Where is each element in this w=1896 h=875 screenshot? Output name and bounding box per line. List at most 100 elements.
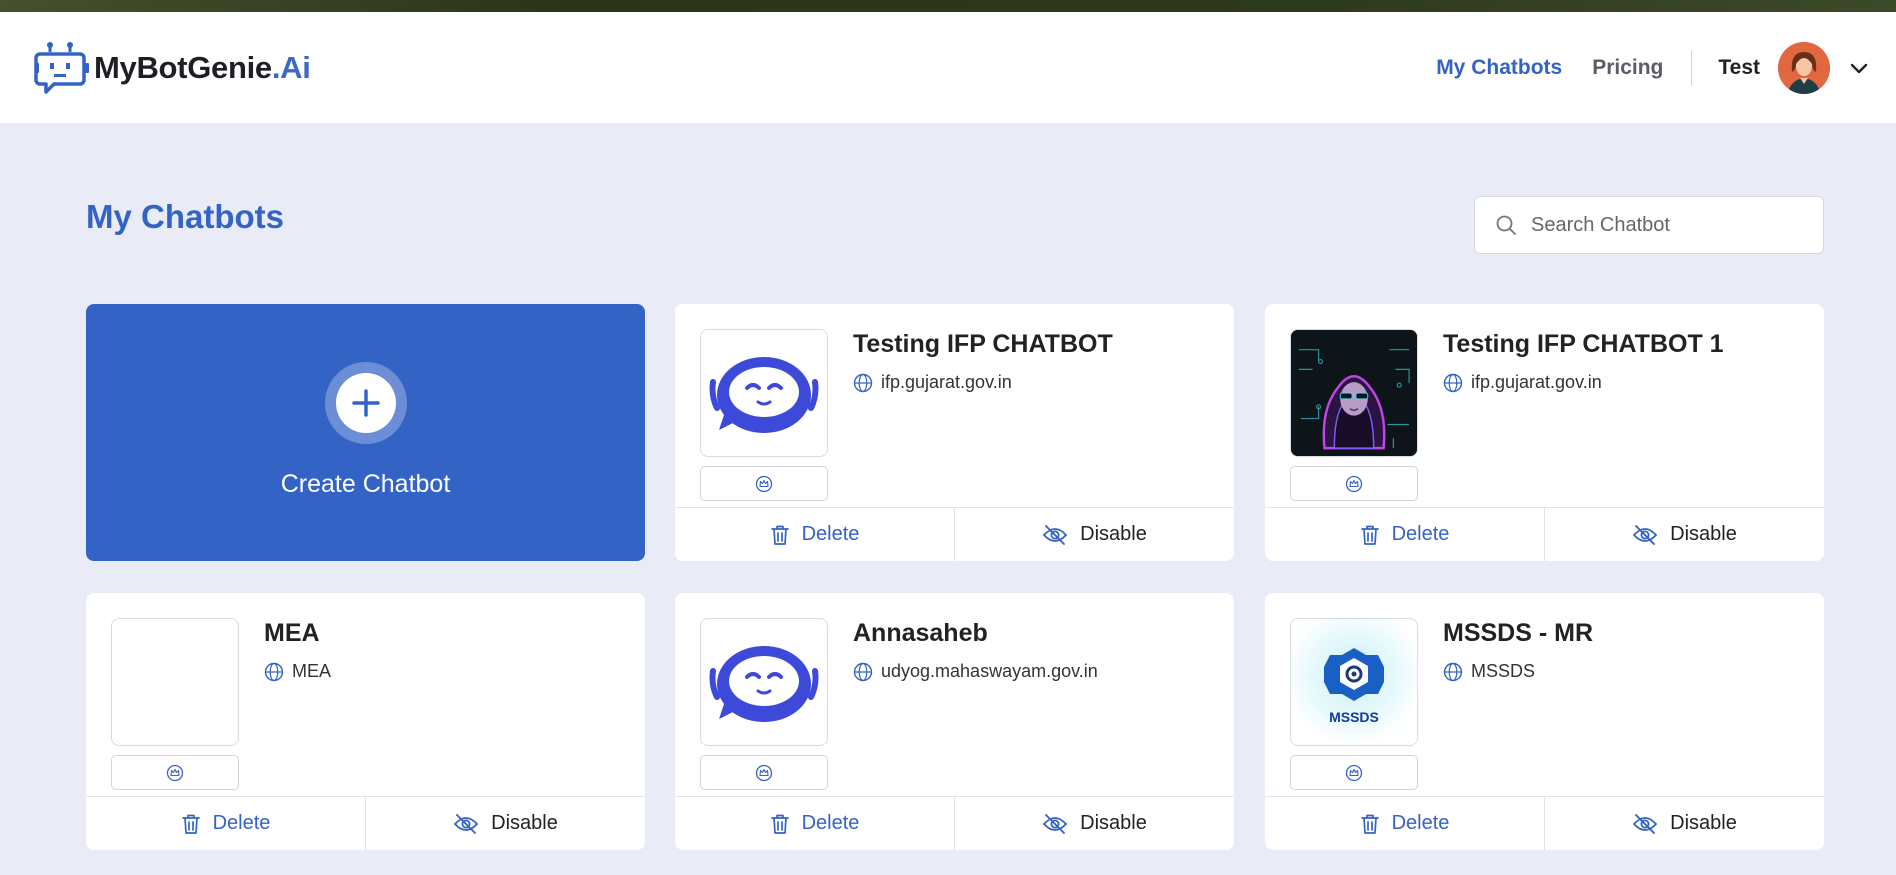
trash-icon [181,814,200,834]
card-actions: Delete Disable [1265,796,1824,850]
search-input[interactable] [1531,213,1811,237]
nav-menu: My Chatbots Pricing Test [1436,42,1870,94]
eye-off-icon [1632,813,1658,834]
chatbot-thumbnail [1290,329,1418,457]
eye-off-icon [1042,524,1068,545]
chatbot-card: Annasaheb udyog.mahaswayam.gov.in Delete… [675,593,1234,850]
plus-icon [351,389,380,417]
delete-button[interactable]: Delete [1265,797,1544,850]
card-actions: Delete Disable [675,507,1234,561]
nav-pricing-link[interactable]: Pricing [1592,56,1663,80]
chatbot-thumbnail [700,329,828,457]
chatbot-domain-text: udyog.mahaswayam.gov.in [881,661,1098,681]
create-chatbot-card[interactable]: Create Chatbot [86,304,645,561]
premium-button[interactable] [1290,755,1418,790]
create-plus-button[interactable] [324,362,407,444]
mssds-logo-icon: MSSDS [1324,648,1384,725]
crown-icon [166,764,184,781]
delete-label: Delete [801,812,860,834]
neon-hooded-figure-icon [1291,330,1417,456]
chatbot-name[interactable]: Testing IFP CHATBOT 1 [1443,330,1724,359]
robot-avatar-icon [709,357,819,433]
chatbot-card: Testing IFP CHATBOT ifp.gujarat.gov.in D… [675,304,1234,561]
chatbot-domain-text: ifp.gujarat.gov.in [1471,372,1602,392]
premium-button[interactable] [700,755,828,790]
delete-button[interactable]: Delete [1265,508,1544,561]
disable-button[interactable]: Disable [1544,797,1824,850]
disable-button[interactable]: Disable [954,508,1234,561]
card-actions: Delete Disable [675,796,1234,850]
chatbot-thumbnail [700,618,828,746]
disable-button[interactable]: Disable [1544,508,1824,561]
globe-icon [1443,373,1463,392]
nav-divider [1691,51,1693,85]
chatbot-domain: udyog.mahaswayam.gov.in [853,661,1098,682]
premium-button[interactable] [700,466,828,501]
delete-label: Delete [1391,812,1450,834]
search-icon [1496,215,1516,235]
chatbot-card: MEA MEA Delete Disable [86,593,645,850]
search-box[interactable] [1474,196,1824,254]
disable-label: Disable [1670,812,1737,834]
delete-button[interactable]: Delete [86,797,365,850]
create-chatbot-label: Create Chatbot [280,470,451,498]
disable-button[interactable]: Disable [365,797,645,850]
delete-button[interactable]: Delete [675,508,954,561]
browser-top-strip [0,0,1896,12]
disable-label: Disable [1670,523,1737,545]
delete-label: Delete [1391,523,1450,545]
top-navbar: MyBotGenie.Ai My Chatbots Pricing Test [0,12,1896,123]
premium-button[interactable] [111,755,239,790]
brand-name: MyBotGenie.Ai [94,50,311,85]
trash-icon [770,525,789,545]
chatbot-thumbnail: MSSDS [1290,618,1418,746]
crown-icon [1345,475,1363,492]
chatbot-domain: MEA [264,661,331,682]
trash-icon [770,814,789,834]
premium-button[interactable] [1290,466,1418,501]
chatbot-name[interactable]: Testing IFP CHATBOT [853,330,1113,359]
disable-button[interactable]: Disable [954,797,1234,850]
user-name[interactable]: Test [1718,56,1760,80]
brand-logo[interactable]: MyBotGenie.Ai [34,40,311,96]
disable-label: Disable [1080,812,1147,834]
delete-button[interactable]: Delete [675,797,954,850]
eye-off-icon [1042,813,1068,834]
crown-icon [755,764,773,781]
chatbot-card: MSSDS MSSDS - MR MSSDS Delete Disable [1265,593,1824,850]
chatbot-domain-text: MEA [292,661,332,681]
chatbot-name[interactable]: MSSDS - MR [1443,619,1593,648]
chatbot-card: Testing IFP CHATBOT 1 ifp.gujarat.gov.in… [1265,304,1824,561]
globe-icon [853,662,873,681]
user-avatar[interactable] [1778,42,1830,94]
disable-label: Disable [491,812,558,834]
globe-icon [1443,662,1463,681]
eye-off-icon [453,813,479,834]
delete-label: Delete [212,812,271,834]
svg-text:MSSDS: MSSDS [1329,709,1379,725]
chevron-down-icon[interactable] [1848,57,1870,79]
trash-icon [1360,525,1379,545]
chatbot-name[interactable]: Annasaheb [853,619,988,648]
page-title: My Chatbots [86,198,284,235]
delete-label: Delete [801,523,860,545]
chatbot-thumbnail [111,618,239,746]
chatbot-domain-text: MSSDS [1471,661,1536,681]
chatbot-domain: ifp.gujarat.gov.in [853,372,1012,393]
crown-icon [1345,764,1363,781]
chatbot-name[interactable]: MEA [264,619,320,648]
globe-icon [264,662,284,681]
chatbot-domain: ifp.gujarat.gov.in [1443,372,1602,393]
bot-logo-icon [34,42,89,94]
chatbot-domain: MSSDS [1443,661,1535,682]
nav-my-chatbots-link[interactable]: My Chatbots [1436,56,1562,80]
chatbot-domain-text: ifp.gujarat.gov.in [881,372,1012,392]
disable-label: Disable [1080,523,1147,545]
card-actions: Delete Disable [1265,507,1824,561]
eye-off-icon [1632,524,1658,545]
user-avatar-icon [1778,42,1830,94]
robot-avatar-icon [709,646,819,722]
card-actions: Delete Disable [86,796,645,850]
globe-icon [853,373,873,392]
trash-icon [1360,814,1379,834]
